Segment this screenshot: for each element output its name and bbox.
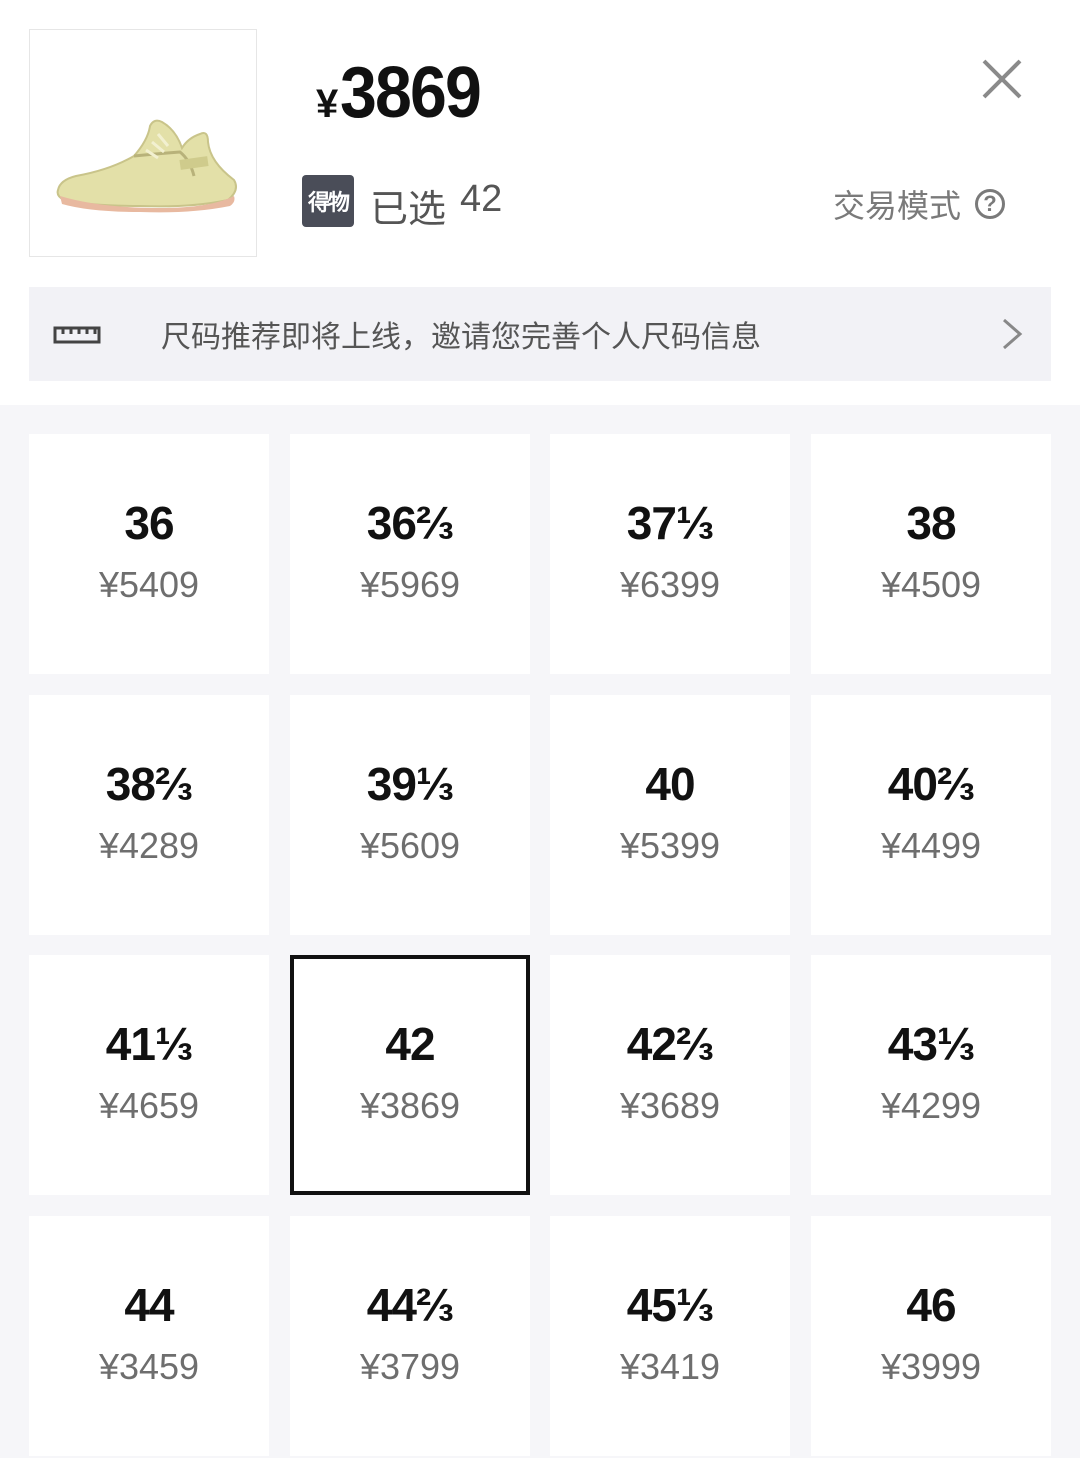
current-price: ¥ 3869: [316, 52, 492, 134]
size-price: ¥5399: [619, 825, 721, 866]
close-button[interactable]: [978, 55, 1026, 103]
size-option-42-2-3[interactable]: 42⅔ ¥3689: [550, 955, 790, 1195]
size-label: 37⅓: [626, 497, 715, 549]
currency-symbol: ¥: [316, 82, 339, 126]
size-option-38[interactable]: 38 ¥4509: [811, 434, 1051, 674]
size-price: ¥4509: [880, 564, 982, 605]
size-option-41-1-3[interactable]: 41⅓ ¥4659: [29, 955, 269, 1195]
ruler-icon: [53, 326, 101, 344]
size-price: ¥4289: [98, 825, 200, 866]
size-option-42-selected[interactable]: 42 ¥3869: [290, 955, 530, 1195]
size-option-44-2-3[interactable]: 44⅔ ¥3799: [290, 1216, 530, 1456]
product-thumbnail: [29, 29, 257, 257]
size-option-43-1-3[interactable]: 43⅓ ¥4299: [811, 955, 1051, 1195]
size-label: 44⅔: [366, 1279, 455, 1331]
size-label: 42: [385, 1018, 435, 1070]
size-label: 45⅓: [626, 1279, 715, 1331]
size-label: 39⅓: [366, 758, 455, 810]
size-price: ¥4299: [880, 1085, 982, 1126]
close-icon: [982, 59, 1022, 99]
size-price: ¥3459: [98, 1346, 200, 1387]
selected-label: 已选: [370, 189, 447, 231]
size-option-40[interactable]: 40 ¥5399: [550, 695, 790, 935]
size-label: 41⅓: [105, 1018, 194, 1070]
size-grid: 36 ¥5409 36⅔ ¥5969 37⅓ ¥6399 38 ¥4509 38…: [0, 405, 1080, 1458]
sneaker-image: [56, 119, 237, 213]
selected-size-indicator: 已选 42: [370, 178, 502, 233]
size-price: ¥4659: [98, 1085, 200, 1126]
size-label: 44: [124, 1279, 174, 1331]
trade-mode-button[interactable]: 交易模式 ?: [833, 181, 1006, 227]
size-label: 46: [906, 1279, 956, 1331]
size-price: ¥5409: [98, 564, 200, 605]
size-option-45-1-3[interactable]: 45⅓ ¥3419: [550, 1216, 790, 1456]
size-price: ¥4499: [880, 825, 982, 866]
banner-text: 尺码推荐即将上线，邀请您完善个人尺码信息: [161, 321, 761, 354]
size-price: ¥5969: [359, 564, 461, 605]
size-label: 43⅓: [887, 1018, 976, 1070]
size-option-36[interactable]: 36 ¥5409: [29, 434, 269, 674]
size-label: 42⅔: [626, 1018, 715, 1070]
selected-size-value: 42: [460, 178, 503, 220]
size-price: ¥6399: [619, 564, 721, 605]
size-option-40-2-3[interactable]: 40⅔ ¥4499: [811, 695, 1051, 935]
size-price: ¥3999: [880, 1346, 982, 1387]
size-price: ¥3869: [359, 1085, 461, 1126]
size-price: ¥3689: [619, 1085, 721, 1126]
size-option-46[interactable]: 46 ¥3999: [811, 1216, 1051, 1456]
size-label: 36: [124, 497, 174, 549]
size-label: 38⅔: [105, 758, 194, 810]
size-label: 38: [906, 497, 956, 549]
size-option-37-1-3[interactable]: 37⅓ ¥6399: [550, 434, 790, 674]
size-label: 36⅔: [366, 497, 455, 549]
size-option-44[interactable]: 44 ¥3459: [29, 1216, 269, 1456]
size-option-38-2-3[interactable]: 38⅔ ¥4289: [29, 695, 269, 935]
price-value: 3869: [340, 53, 482, 133]
size-recommendation-banner[interactable]: 尺码推荐即将上线，邀请您完善个人尺码信息: [29, 287, 1051, 381]
size-price: ¥5609: [359, 825, 461, 866]
size-label: 40: [645, 758, 695, 810]
size-price: ¥3419: [619, 1346, 721, 1387]
help-icon: ?: [975, 189, 1006, 219]
size-option-39-1-3[interactable]: 39⅓ ¥5609: [290, 695, 530, 935]
size-option-36-2-3[interactable]: 36⅔ ¥5969: [290, 434, 530, 674]
size-price: ¥3799: [359, 1346, 461, 1387]
platform-badge: 得物: [302, 175, 354, 227]
product-header: ¥ 3869 得物 已选 42 交易模式 ? 尺码推荐即将上线，邀请您完善个人尺…: [0, 0, 1080, 405]
trade-mode-label: 交易模式: [833, 188, 962, 224]
size-label: 40⅔: [887, 758, 976, 810]
chevron-right-icon: [1003, 318, 1023, 350]
